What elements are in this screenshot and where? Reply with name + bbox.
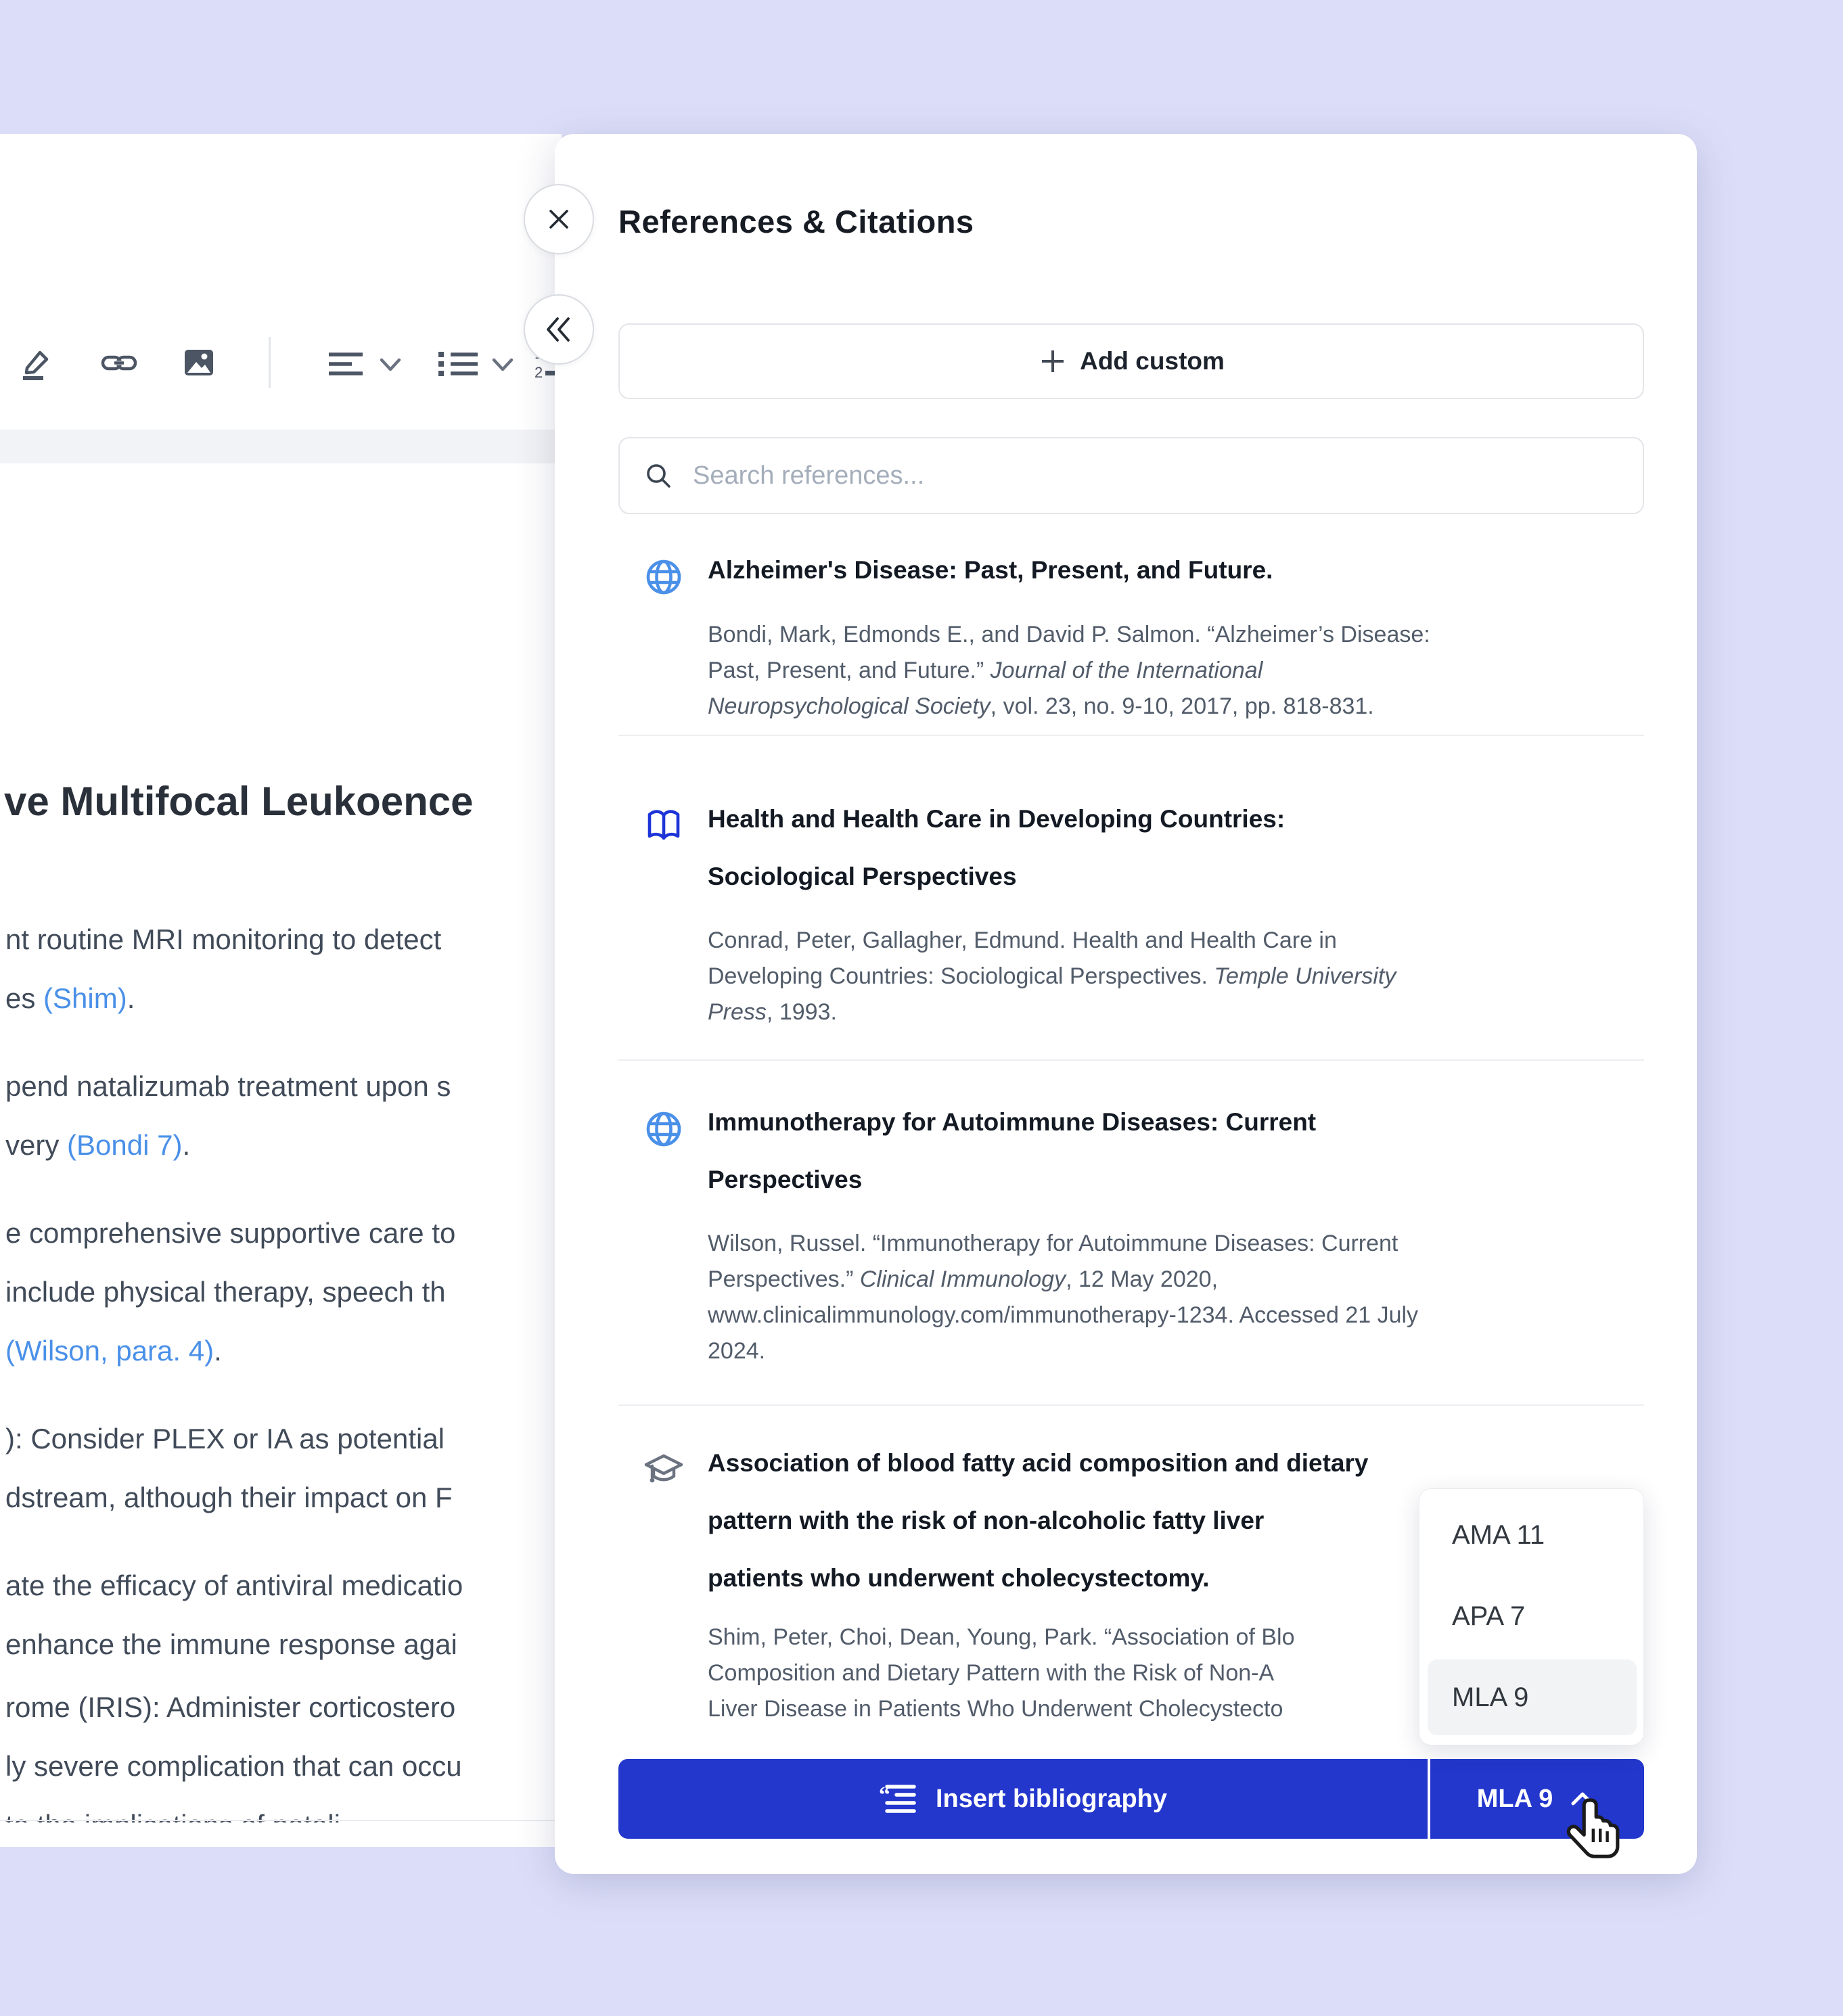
chevron-down-icon[interactable] [488, 352, 517, 376]
citation-segment: Shim, Peter, Choi, Dean, Young, Park. “A… [708, 1624, 1294, 1650]
reference-divider [618, 735, 1644, 736]
citation-segment: Wilson, Russel. “Immunotherapy for Autoi… [708, 1231, 1398, 1256]
citation-segment: www.clinicalimmunology.com/immunotherapy… [708, 1302, 1418, 1328]
close-icon [544, 204, 574, 234]
citation-segment: 2024. [708, 1338, 765, 1364]
reference-citation: Conrad, Peter, Gallagher, Edmund. Health… [708, 923, 1587, 1030]
globe-icon [644, 1109, 683, 1149]
citation-link[interactable]: (Wilson, para. 4) [5, 1335, 214, 1367]
document-text-line: e comprehensive supportive care to [5, 1217, 455, 1250]
citation-style-label: MLA 9 [1477, 1785, 1553, 1814]
text-segment: rome (IRIS): Administer corticostero [5, 1691, 455, 1723]
document-text-line: nt routine MRI monitoring to detect [5, 923, 441, 956]
document-text-line: dstream, although their impact on F [5, 1482, 453, 1514]
references-panel: References & Citations Add custom Alzhei… [555, 134, 1697, 1874]
collapse-panel-button[interactable] [524, 294, 594, 365]
document-heading: ve Multifocal Leukoence [4, 778, 474, 825]
citation-segment: Bondi, Mark, Edmonds E., and David P. Sa… [708, 622, 1430, 647]
text-segment: pend natalizumab treatment upon s [5, 1070, 451, 1102]
text-segment: very [5, 1129, 67, 1161]
reference-title[interactable]: Health and Health Care in Developing Cou… [708, 790, 1587, 905]
citation-segment: Journal of the International [991, 658, 1263, 683]
document-text-line: ): Consider PLEX or IA as potential [5, 1423, 445, 1455]
document-text-line: very (Bondi 7). [5, 1129, 190, 1162]
document-text-line: ate the efficacy of antiviral medicatio [5, 1570, 463, 1602]
reference-title[interactable]: Alzheimer's Disease: Past, Present, and … [708, 541, 1587, 599]
text-segment: . [182, 1129, 190, 1161]
text-segment: dstream, although their impact on F [5, 1482, 453, 1513]
highlighter-icon[interactable] [18, 344, 55, 382]
text-segment: nt routine MRI monitoring to detect [5, 923, 441, 955]
document-text-line: pend natalizumab treatment upon s [5, 1070, 451, 1103]
document-text-line: include physical therapy, speech th [5, 1276, 446, 1308]
globe-icon [644, 557, 683, 597]
screen: 1 2 ve Multifocal Leukoence nt routine M… [0, 0, 1843, 2016]
citation-segment: Developing Countries: Sociological Persp… [708, 963, 1214, 989]
citation-segment: , 12 May 2020, [1066, 1266, 1218, 1292]
chevrons-left-icon [543, 313, 575, 346]
bullet-list-icon[interactable] [434, 345, 483, 383]
link-icon[interactable] [100, 344, 138, 382]
document-text-line: ly severe complication that can occu [5, 1750, 462, 1783]
insert-bibliography-label: Insert bibliography [936, 1785, 1167, 1814]
citation-style-button[interactable]: MLA 9 [1430, 1759, 1644, 1839]
text-segment: include physical therapy, speech th [5, 1276, 446, 1308]
citation-segment: Neuropsychological Society [708, 693, 991, 719]
citation-segment: Clinical Immunology [860, 1266, 1066, 1292]
document-text-line: es (Shim). [5, 982, 135, 1015]
align-left-icon[interactable] [323, 345, 368, 383]
style-option-ama-11[interactable]: AMA 11 [1428, 1497, 1637, 1573]
reference-title[interactable]: Immunotherapy for Autoimmune Diseases: C… [708, 1093, 1587, 1208]
document-text-line: (Wilson, para. 4). [5, 1335, 222, 1367]
editor-canvas-gap [0, 430, 562, 463]
citation-segment: Composition and Dietary Pattern with the… [708, 1660, 1274, 1686]
search-input[interactable] [691, 461, 1574, 491]
citation-segment: Conrad, Peter, Gallagher, Edmund. Health… [708, 927, 1337, 953]
chevron-up-icon [1568, 1787, 1597, 1810]
document-text-line: rome (IRIS): Administer corticostero [5, 1691, 455, 1724]
citation-style-dropdown: AMA 11APA 7MLA 9 [1419, 1488, 1644, 1745]
add-custom-label: Add custom [1080, 347, 1225, 375]
text-segment: ate the efficacy of antiviral medicatio [5, 1570, 463, 1601]
style-option-mla-9[interactable]: MLA 9 [1428, 1659, 1637, 1735]
reference-divider [618, 1404, 1644, 1406]
citation-segment: Perspectives.” [708, 1266, 860, 1292]
reference-citation: Bondi, Mark, Edmonds E., and David P. Sa… [708, 617, 1587, 725]
document-viewport-edge [0, 1820, 562, 1821]
text-segment: . [127, 982, 135, 1014]
add-custom-button[interactable]: Add custom [618, 323, 1644, 399]
plus-icon [1038, 346, 1068, 376]
bibliography-icon: “ [879, 1780, 919, 1818]
text-segment: ly severe complication that can occu [5, 1750, 462, 1782]
graduation-cap-icon [644, 1450, 683, 1490]
text-segment: ): Consider PLEX or IA as potential [5, 1423, 445, 1454]
svg-text:2: 2 [534, 364, 543, 381]
text-segment: enhance the immune response agai [5, 1628, 457, 1660]
document-text-line: enhance the immune response agai [5, 1628, 457, 1661]
citation-link[interactable]: (Bondi 7) [67, 1129, 182, 1161]
reference-divider [618, 1059, 1644, 1061]
citation-segment: Temple University [1214, 963, 1396, 989]
citation-segment: Past, Present, and Future.” [708, 658, 991, 683]
reference-citation: Wilson, Russel. “Immunotherapy for Autoi… [708, 1226, 1587, 1369]
chevron-down-icon[interactable] [376, 352, 405, 376]
toolbar-divider [269, 337, 271, 388]
book-icon [644, 806, 683, 846]
style-option-apa-7[interactable]: APA 7 [1428, 1578, 1637, 1654]
citation-segment: , 1993. [767, 999, 837, 1025]
search-icon [643, 460, 674, 491]
text-segment: . [214, 1335, 222, 1367]
citation-segment: Liver Disease in Patients Who Underwent … [708, 1696, 1283, 1722]
search-box [618, 437, 1644, 514]
close-panel-button[interactable] [524, 184, 594, 254]
citation-segment: Press [708, 999, 767, 1025]
insert-bibliography-button[interactable]: “ Insert bibliography [618, 1759, 1428, 1839]
citation-segment: , vol. 23, no. 9-10, 2017, pp. 818-831. [991, 693, 1374, 719]
image-icon[interactable] [180, 344, 218, 382]
text-segment: es [5, 982, 43, 1014]
text-segment: e comprehensive supportive care to [5, 1217, 455, 1249]
panel-title: References & Citations [618, 203, 974, 240]
document-editor: 1 2 ve Multifocal Leukoence nt routine M… [0, 134, 562, 1847]
citation-link[interactable]: (Shim) [43, 982, 127, 1014]
